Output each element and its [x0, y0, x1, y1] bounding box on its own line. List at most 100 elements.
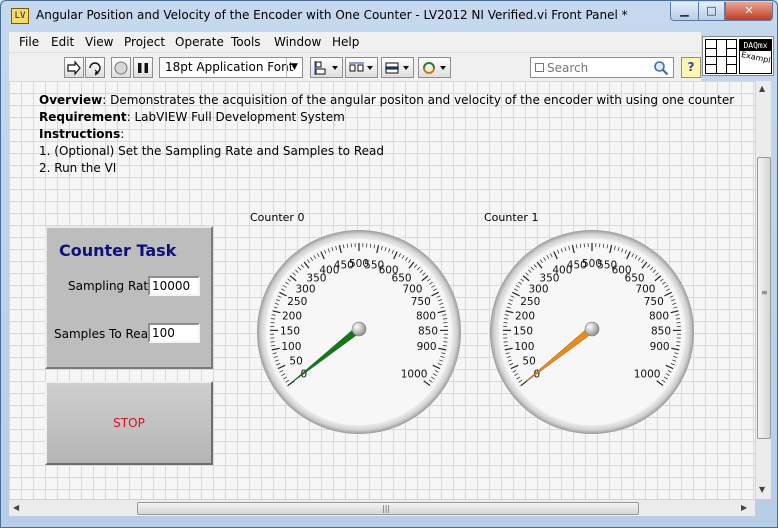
- font-select[interactable]: 18pt Application Font ▼: [159, 57, 303, 78]
- sampling-rate-label: Sampling Rate: [68, 279, 156, 293]
- gauge-tick-label: 750: [411, 296, 431, 308]
- vi-icon-text: Exampl: [740, 50, 772, 65]
- labview-app-icon: LV: [11, 8, 29, 24]
- scroll-up-icon[interactable]: ▲: [759, 84, 765, 93]
- run-continuously-icon: [89, 62, 101, 76]
- counter-task-title: Counter Task: [59, 241, 177, 260]
- menu-operate[interactable]: Operate: [175, 35, 224, 49]
- pause-icon: [138, 63, 148, 73]
- gauge-tick-label: 50: [522, 355, 535, 367]
- grip-icon: ≡: [761, 288, 768, 297]
- resize-objects-icon: [384, 62, 409, 74]
- requirement-text: : LabVIEW Full Development System: [126, 110, 345, 124]
- context-help-button[interactable]: ?: [681, 57, 701, 78]
- search-icon[interactable]: [653, 60, 669, 76]
- gauge-tick-label: 900: [650, 341, 670, 353]
- gauge-label-counter-0: Counter 0: [250, 211, 305, 224]
- menu-project[interactable]: Project: [124, 35, 165, 49]
- instruction-step-1: 1. (Optional) Set the Sampling Rate and …: [39, 144, 384, 158]
- gauge-tick-label: 800: [649, 311, 669, 323]
- run-arrow-icon: [67, 60, 81, 76]
- scroll-left-icon[interactable]: ◀: [13, 503, 19, 512]
- menu-tools[interactable]: Tools: [231, 35, 261, 49]
- labview-window: LV Angular Position and Velocity of the …: [0, 0, 778, 528]
- gauge-tick-label: 1000: [634, 369, 661, 381]
- align-objects-icon: [314, 61, 338, 75]
- vi-icon-area: DAQmx Exampl: [702, 36, 774, 76]
- resize-objects-button[interactable]: [381, 57, 414, 78]
- gauge-tick-label: 200: [282, 311, 302, 323]
- gauge-tick-label: 850: [651, 326, 671, 338]
- grip-icon: |||: [382, 504, 391, 513]
- chevron-down-icon: ▼: [286, 58, 302, 77]
- reorder-icon: [422, 62, 446, 74]
- maximize-button[interactable]: □: [698, 2, 725, 21]
- vertical-scrollbar[interactable]: ▲ ≡ ▼: [755, 81, 771, 499]
- overview-line: Overview: Demonstrates the acquisition o…: [39, 93, 734, 107]
- align-objects-button[interactable]: [310, 57, 343, 78]
- scroll-right-icon[interactable]: ▶: [741, 503, 747, 512]
- abort-icon: [114, 61, 128, 75]
- instruction-step-2: 2. Run the VI: [39, 161, 117, 175]
- window-title: Angular Position and Velocity of the Enc…: [36, 8, 628, 22]
- gauge-tick-label: 1000: [401, 369, 428, 381]
- search-scope-icon: [535, 63, 544, 72]
- gauge-tick-label: 100: [281, 341, 301, 353]
- gauge-tick-label: 100: [514, 341, 534, 353]
- stop-button[interactable]: STOP: [45, 381, 213, 465]
- samples-to-read-label: Samples To Read: [54, 327, 156, 341]
- front-panel: Overview: Demonstrates the acquisition o…: [9, 81, 755, 499]
- menu-view[interactable]: View: [85, 35, 113, 49]
- gauge-tick-label: 700: [635, 283, 655, 295]
- menu-help[interactable]: Help: [332, 35, 359, 49]
- menu-bar: File Edit View Project Operate Tools Win…: [9, 32, 701, 52]
- run-button[interactable]: [64, 57, 84, 78]
- gauge-tick-label: 800: [416, 311, 436, 323]
- instructions-colon: :: [120, 127, 125, 141]
- horizontal-scroll-thumb[interactable]: |||: [137, 502, 639, 515]
- gauge-label-counter-1: Counter 1: [484, 211, 539, 224]
- sampling-rate-field[interactable]: [148, 276, 200, 296]
- gauge-counter-0: 0501001502002503003504004505005506006507…: [257, 230, 461, 434]
- instructions-line: Instructions:: [39, 127, 124, 141]
- gauge-counter-1: 0501001502002503003504004505005506006507…: [490, 230, 694, 434]
- gauge-tick-label: 250: [287, 296, 307, 308]
- gauge-tick-label: 200: [515, 311, 535, 323]
- scroll-down-icon[interactable]: ▼: [759, 485, 765, 494]
- vertical-scroll-thumb[interactable]: ≡: [757, 157, 771, 439]
- abort-button[interactable]: [111, 57, 131, 78]
- search-box[interactable]: [530, 57, 674, 78]
- gauge-tick-label: 700: [402, 283, 422, 295]
- search-input[interactable]: [547, 59, 651, 76]
- gauge-tick-label: 150: [280, 326, 300, 338]
- requirement-label: Requirement: [39, 110, 127, 124]
- vi-icon[interactable]: DAQmx Exampl: [739, 39, 772, 74]
- title-bar: LV Angular Position and Velocity of the …: [1, 1, 777, 31]
- toolbar: 18pt Application Font ▼ ?: [9, 52, 701, 81]
- instructions-label: Instructions: [39, 127, 121, 141]
- gauge-tick-label: 150: [513, 326, 533, 338]
- distribute-objects-icon: [348, 62, 373, 72]
- gauge-tick-label: 250: [520, 296, 540, 308]
- close-button[interactable]: ✕: [725, 2, 773, 21]
- overview-label: Overview: [39, 93, 103, 107]
- gauge-tick-label: 50: [289, 355, 302, 367]
- vi-icon-banner: DAQmx: [740, 40, 771, 51]
- samples-to-read-field[interactable]: [148, 323, 200, 343]
- minimize-button[interactable]: ▁: [670, 2, 699, 21]
- gauge-tick-label: 900: [417, 341, 437, 353]
- reorder-button[interactable]: [418, 57, 451, 78]
- overview-text: : Demonstrates the acquisition of the an…: [102, 93, 735, 107]
- gauge-hub: [351, 321, 367, 337]
- distribute-objects-button[interactable]: [345, 57, 378, 78]
- menu-edit[interactable]: Edit: [51, 35, 74, 49]
- counter-task-cluster: Counter Task Sampling Rate Samples To Re…: [45, 226, 213, 369]
- run-continuously-button[interactable]: [85, 57, 105, 78]
- gauge-tick-label: 850: [418, 326, 438, 338]
- connector-pane-icon[interactable]: [705, 39, 737, 74]
- font-select-value: 18pt Application Font: [165, 60, 294, 74]
- horizontal-scrollbar[interactable]: ◀ ||| ▶: [9, 499, 755, 516]
- pause-button[interactable]: [133, 57, 153, 78]
- menu-file[interactable]: File: [19, 35, 39, 49]
- menu-window[interactable]: Window: [274, 35, 321, 49]
